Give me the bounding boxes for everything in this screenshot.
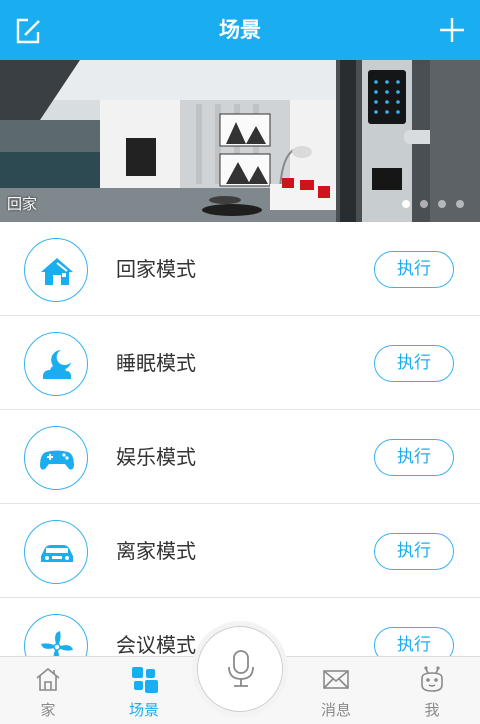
add-icon[interactable] [436, 14, 468, 46]
tab-home[interactable]: 家 [0, 657, 96, 724]
tab-label: 场景 [128, 701, 159, 719]
scene-list: 回家模式 执行 睡眠模式 执行 娱乐模式 执行 离家模式 执行 会议模式 执行 [0, 222, 480, 692]
scene-icon-frame [24, 238, 88, 302]
top-bar: 场景 [0, 0, 480, 60]
tab-label: 家 [40, 701, 56, 719]
scene-banner[interactable]: 回家 [0, 60, 480, 222]
robot-avatar-icon [421, 666, 443, 692]
moon-cloud-icon [42, 350, 72, 379]
banner-caption: 回家 [7, 195, 38, 213]
scene-row-away[interactable]: 离家模式 执行 [0, 504, 480, 598]
carousel-dot[interactable] [456, 200, 464, 208]
gamepad-icon [40, 450, 74, 470]
envelope-icon [323, 670, 349, 689]
carousel-dot[interactable] [438, 200, 446, 208]
house-icon [41, 258, 73, 285]
scene-icon-frame [24, 426, 88, 490]
tab-label: 我 [424, 701, 440, 719]
scene-label: 睡眠模式 [116, 351, 196, 375]
carousel-dots[interactable] [402, 200, 464, 208]
carousel-dot[interactable] [420, 200, 428, 208]
tab-label: 消息 [320, 701, 351, 719]
scenes-icon [132, 667, 158, 693]
microphone-icon [228, 650, 254, 687]
banner-image [0, 60, 480, 222]
execute-button[interactable]: 执行 [374, 439, 454, 476]
tab-scenes[interactable]: 场景 [96, 657, 192, 724]
page-title: 场景 [219, 18, 261, 42]
scene-row-sleep[interactable]: 睡眠模式 执行 [0, 316, 480, 410]
scene-row-home[interactable]: 回家模式 执行 [0, 222, 480, 316]
scene-icon-frame [24, 520, 88, 584]
voice-button[interactable] [197, 626, 283, 712]
home-icon [36, 667, 60, 691]
carousel-dot[interactable] [402, 200, 410, 208]
scene-label: 离家模式 [116, 539, 196, 563]
scene-row-entertainment[interactable]: 娱乐模式 执行 [0, 410, 480, 504]
scene-label: 回家模式 [116, 257, 196, 281]
scene-label: 娱乐模式 [116, 445, 196, 469]
execute-button[interactable]: 执行 [374, 533, 454, 570]
car-icon [41, 545, 73, 562]
execute-button[interactable]: 执行 [374, 345, 454, 382]
app-screen: 场景 回家 回家模式 执行 睡眠模式 执行 娱乐模式 执行 离家模式 执行 会议… [0, 0, 480, 724]
tab-me[interactable]: 我 [384, 657, 480, 724]
tab-messages[interactable]: 消息 [288, 657, 384, 724]
scene-icon-frame [24, 332, 88, 396]
execute-button[interactable]: 执行 [374, 251, 454, 288]
